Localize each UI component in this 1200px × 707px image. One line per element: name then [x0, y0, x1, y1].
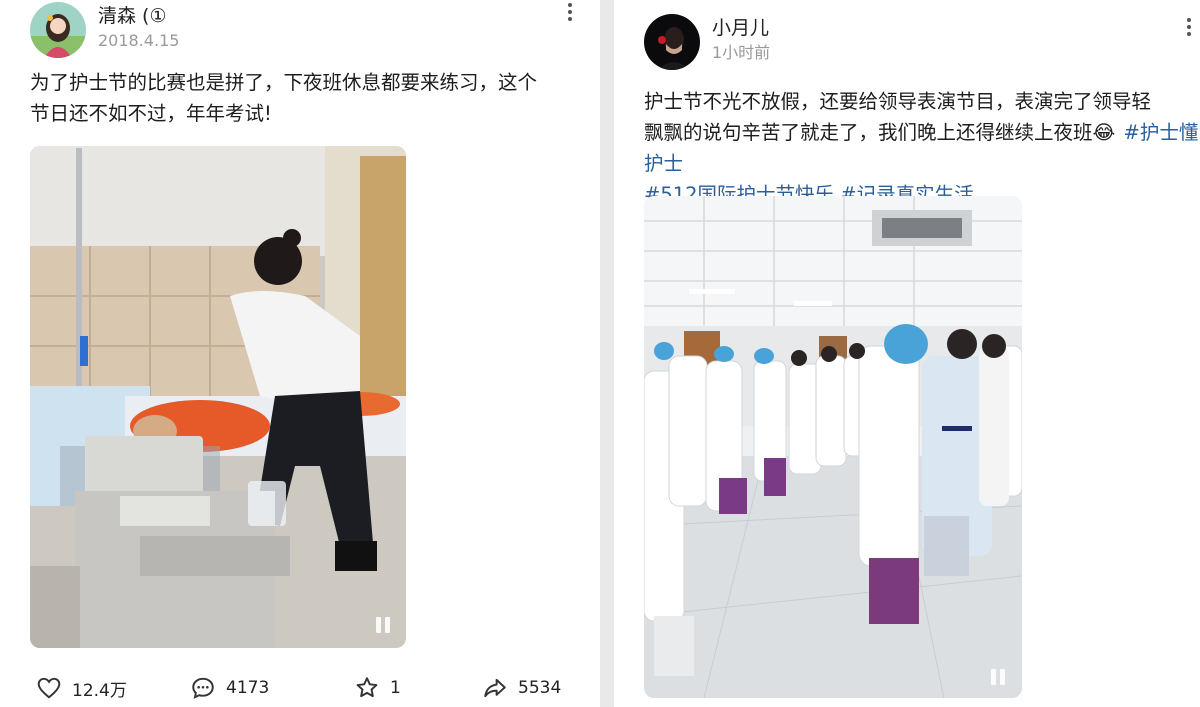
post-time: 1小时前	[712, 43, 771, 62]
like-button[interactable]: 12.4万	[36, 672, 127, 704]
share-icon	[484, 678, 506, 698]
post-text-line: 为了护士节的比赛也是拼了，下夜班休息都要来练习，这个	[30, 71, 538, 94]
username[interactable]: 清森 (①	[98, 4, 179, 28]
post-text-line: 护士节不光不放假，还要给领导表演节目，表演完了领导轻	[644, 90, 1152, 113]
pause-icon[interactable]	[989, 668, 1007, 686]
more-icon[interactable]	[567, 3, 573, 25]
post-time: 2018.4.15	[98, 31, 180, 50]
action-bar: 12.4万 4173 1 5534	[0, 672, 600, 704]
pause-icon[interactable]	[374, 616, 392, 634]
feed: 清森 (① 2018.4.15 为了护士节的比赛也是拼了，下夜班休息都要来练习，…	[0, 0, 1200, 707]
post-header: 清森 (① 2018.4.15	[30, 2, 179, 58]
post-text: 为了护士节的比赛也是拼了，下夜班休息都要来练习，这个 节日还不如不过，年年考试!	[30, 67, 585, 129]
post-card: 清森 (① 2018.4.15 为了护士节的比赛也是拼了，下夜班休息都要来练习，…	[0, 0, 600, 707]
comment-button[interactable]: 4173	[190, 672, 269, 704]
post-text-line: 飘飘的说句辛苦了就走了，我们晚上还得继续上夜班😂 #护士懂护士	[644, 117, 1200, 179]
post-text: 护士节不光不放假，还要给领导表演节目，表演完了领导轻 飘飘的说句辛苦了就走了，我…	[644, 86, 1200, 210]
share-button[interactable]: 5534	[482, 672, 561, 704]
like-count: 12.4万	[72, 680, 127, 701]
laugh-emoji: 😂	[1092, 121, 1116, 144]
post-card: 小月儿 1小时前 护士节不光不放假，还要给领导表演节目，表演完了领导轻 飘飘的说…	[614, 0, 1200, 707]
star-icon	[356, 677, 378, 698]
comment-count: 4173	[226, 678, 270, 698]
share-count: 5534	[518, 678, 562, 698]
video-thumbnail[interactable]	[30, 146, 406, 648]
avatar[interactable]	[30, 2, 86, 58]
username[interactable]: 小月儿	[712, 16, 770, 40]
favorite-count: 1	[390, 678, 401, 698]
post-header: 小月儿 1小时前	[644, 14, 770, 70]
heart-icon	[37, 677, 61, 699]
post-text-segment: 飘飘的说句辛苦了就走了，我们晚上还得继续上夜班	[644, 121, 1093, 144]
favorite-button[interactable]: 1	[354, 672, 401, 704]
more-icon[interactable]	[1186, 18, 1192, 40]
avatar[interactable]	[644, 14, 700, 70]
post-text-line: 节日还不如不过，年年考试!	[30, 102, 272, 125]
comment-icon	[192, 677, 214, 699]
video-thumbnail[interactable]	[644, 196, 1022, 698]
